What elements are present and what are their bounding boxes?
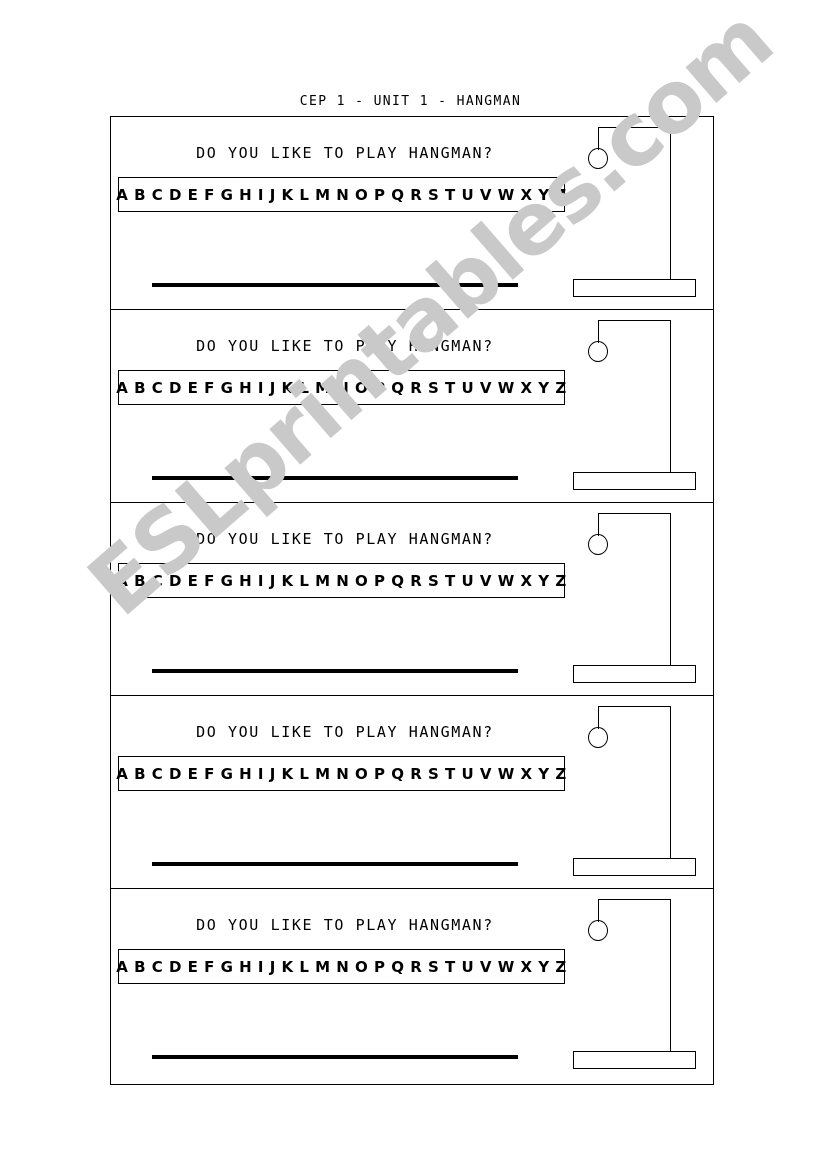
gallows-post [670,899,671,1056]
panel-question-text: DO YOU LIKE TO PLAY HANGMAN? [196,723,494,741]
hangman-panel: DO YOU LIKE TO PLAY HANGMAN? A B C D E F… [111,889,713,1084]
panel-left-column: DO YOU LIKE TO PLAY HANGMAN? A B C D E F… [111,503,571,695]
panel-question-text: DO YOU LIKE TO PLAY HANGMAN? [196,337,494,355]
panel-left-column: DO YOU LIKE TO PLAY HANGMAN? A B C D E F… [111,889,571,1084]
hangman-panel: DO YOU LIKE TO PLAY HANGMAN? A B C D E F… [111,310,713,503]
gallows-rope [598,127,599,150]
panel-question-text: DO YOU LIKE TO PLAY HANGMAN? [196,530,494,548]
gallows-post [670,706,671,863]
gallows-rope [598,513,599,536]
gallows-beam [598,513,671,514]
alphabet-letters: A B C D E F G H I J K L M N O P Q R S T … [116,378,567,397]
gallows-drawing [571,117,715,310]
panel-left-column: DO YOU LIKE TO PLAY HANGMAN? A B C D E F… [111,696,571,888]
worksheet-page: CEP 1 - UNIT 1 - HANGMAN DO YOU LIKE TO … [0,0,821,1169]
hangman-panel: DO YOU LIKE TO PLAY HANGMAN? A B C D E F… [111,696,713,889]
page-title: CEP 1 - UNIT 1 - HANGMAN [299,94,522,109]
answer-blank-line[interactable] [152,669,518,673]
panel-right-column [571,889,713,1084]
gallows-drawing [571,503,715,696]
gallows-drawing [571,889,715,1082]
gallows-base [573,472,696,490]
panel-left-column: DO YOU LIKE TO PLAY HANGMAN? A B C D E F… [111,310,571,502]
hangman-head-icon [588,727,608,748]
answer-blank-line[interactable] [152,283,518,287]
alphabet-letters: A B C D E F G H I J K L M N O P Q R S T … [116,185,567,204]
hangman-head-icon [588,148,608,169]
gallows-rope [598,706,599,729]
alphabet-letters: A B C D E F G H I J K L M N O P Q R S T … [116,957,567,976]
gallows-base [573,279,696,297]
answer-blank-line[interactable] [152,1055,518,1059]
alphabet-box[interactable]: A B C D E F G H I J K L M N O P Q R S T … [116,563,567,598]
hangman-head-icon [588,341,608,362]
panel-question-text: DO YOU LIKE TO PLAY HANGMAN? [196,144,494,162]
panel-right-column [571,503,713,695]
hangman-head-icon [588,920,608,941]
answer-blank-line[interactable] [152,476,518,480]
gallows-beam [598,127,671,128]
gallows-post [670,513,671,670]
answer-blank-line[interactable] [152,862,518,866]
alphabet-box[interactable]: A B C D E F G H I J K L M N O P Q R S T … [116,177,567,212]
panel-question-text: DO YOU LIKE TO PLAY HANGMAN? [196,916,494,934]
gallows-post [670,127,671,284]
gallows-drawing [571,310,715,503]
panel-right-column [571,310,713,502]
panel-right-column [571,117,713,309]
gallows-beam [598,320,671,321]
alphabet-box[interactable]: A B C D E F G H I J K L M N O P Q R S T … [116,370,567,405]
alphabet-letters: A B C D E F G H I J K L M N O P Q R S T … [116,571,567,590]
alphabet-box[interactable]: A B C D E F G H I J K L M N O P Q R S T … [116,756,567,791]
gallows-base [573,858,696,876]
gallows-base [573,1051,696,1069]
panel-right-column [571,696,713,888]
hangman-panel: DO YOU LIKE TO PLAY HANGMAN? A B C D E F… [111,503,713,696]
hangman-head-icon [588,534,608,555]
gallows-post [670,320,671,477]
gallows-beam [598,899,671,900]
gallows-beam [598,706,671,707]
gallows-rope [598,320,599,343]
hangman-worksheet-table: DO YOU LIKE TO PLAY HANGMAN? A B C D E F… [110,116,714,1085]
gallows-drawing [571,696,715,889]
gallows-base [573,665,696,683]
alphabet-box[interactable]: A B C D E F G H I J K L M N O P Q R S T … [116,949,567,984]
panel-left-column: DO YOU LIKE TO PLAY HANGMAN? A B C D E F… [111,117,571,309]
alphabet-letters: A B C D E F G H I J K L M N O P Q R S T … [116,764,567,783]
hangman-panel: DO YOU LIKE TO PLAY HANGMAN? A B C D E F… [111,117,713,310]
gallows-rope [598,899,599,922]
